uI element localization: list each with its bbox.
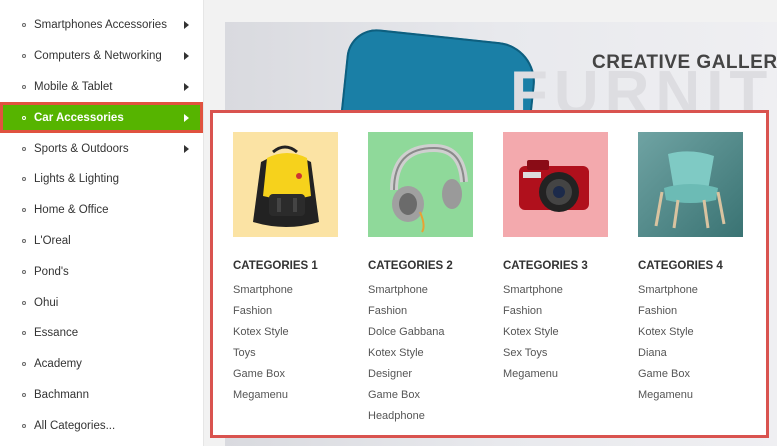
menu-link[interactable]: Kotex Style xyxy=(368,343,478,364)
menu-link[interactable]: Fashion xyxy=(638,301,748,322)
chevron-right-icon xyxy=(184,144,189,153)
menu-link[interactable]: Toys xyxy=(233,343,343,364)
sidebar-item-label: L'Oreal xyxy=(34,234,71,247)
sidebar-item-smartphones-accessories[interactable]: Smartphones Accessories xyxy=(0,10,203,41)
bullet-icon xyxy=(22,392,26,397)
backpack-image[interactable] xyxy=(233,132,338,237)
menu-link[interactable]: Smartphone xyxy=(233,280,343,301)
chevron-right-icon xyxy=(184,82,189,91)
sidebar-item-label: Smartphones Accessories xyxy=(34,19,167,32)
sidebar-item-car-accessories[interactable]: Car Accessories xyxy=(0,102,203,134)
menu-link[interactable]: Kotex Style xyxy=(233,322,343,343)
bullet-icon xyxy=(22,269,26,274)
mega-menu-column-4: CATEGORIES 4 Smartphone Fashion Kotex St… xyxy=(638,132,748,406)
sidebar-item-label: Pond's xyxy=(34,265,69,278)
menu-link[interactable]: Kotex Style xyxy=(638,322,748,343)
menu-link[interactable]: Designer xyxy=(368,364,478,385)
menu-link[interactable]: Smartphone xyxy=(368,280,478,301)
armchair-icon xyxy=(654,151,726,229)
mega-menu-dropdown: CATEGORIES 1 Smartphone Fashion Kotex St… xyxy=(210,110,769,438)
sidebar-item-mobile-tablet[interactable]: Mobile & Tablet xyxy=(0,72,203,103)
bullet-icon xyxy=(22,177,26,182)
sidebar-item-lights-lighting[interactable]: Lights & Lighting xyxy=(0,164,203,195)
mega-menu-column-1: CATEGORIES 1 Smartphone Fashion Kotex St… xyxy=(233,132,343,406)
sidebar-item-loreal[interactable]: L'Oreal xyxy=(0,226,203,257)
sidebar-item-label: Academy xyxy=(34,358,82,371)
chevron-right-icon xyxy=(184,52,189,61)
sidebar-item-home-office[interactable]: Home & Office xyxy=(0,195,203,226)
menu-link[interactable]: Kotex Style xyxy=(503,322,613,343)
bullet-icon xyxy=(22,423,26,428)
mega-menu-column-3: CATEGORIES 3 Smartphone Fashion Kotex St… xyxy=(503,132,613,385)
menu-link[interactable]: Fashion xyxy=(368,301,478,322)
sidebar-item-label: Mobile & Tablet xyxy=(34,80,113,93)
camera-icon xyxy=(519,160,589,212)
sidebar-item-essance[interactable]: Essance xyxy=(0,318,203,349)
headphones-image[interactable] xyxy=(368,132,473,237)
bullet-icon xyxy=(22,331,26,336)
banner-title: CREATIVE GALLERY xyxy=(592,52,777,73)
headphones-icon xyxy=(390,143,468,233)
menu-link[interactable]: Megamenu xyxy=(638,385,748,406)
sidebar-item-label: Essance xyxy=(34,327,79,340)
menu-link[interactable]: Smartphone xyxy=(503,280,613,301)
sidebar-item-academy[interactable]: Academy xyxy=(0,349,203,380)
sidebar-item-label: Lights & Lighting xyxy=(34,173,120,186)
menu-link[interactable]: Sex Toys xyxy=(503,343,613,364)
sidebar-item-computers-networking[interactable]: Computers & Networking xyxy=(0,41,203,72)
mega-menu-column-2: CATEGORIES 2 Smartphone Fashion Dolce Ga… xyxy=(368,132,478,427)
column-title: CATEGORIES 1 xyxy=(233,260,318,272)
sidebar-item-ponds[interactable]: Pond's xyxy=(0,256,203,287)
chevron-right-icon xyxy=(184,113,189,122)
camera-image[interactable] xyxy=(503,132,608,237)
sidebar-item-sports-outdoors[interactable]: Sports & Outdoors xyxy=(0,133,203,164)
bullet-icon xyxy=(22,208,26,213)
sidebar-item-ohui[interactable]: Ohui xyxy=(0,287,203,318)
category-sidebar: Smartphones Accessories Computers & Netw… xyxy=(0,0,204,446)
sidebar-item-label: All Categories... xyxy=(34,419,116,432)
backpack-icon xyxy=(253,145,319,227)
chevron-right-icon xyxy=(184,21,189,30)
sidebar-item-label: Home & Office xyxy=(34,204,109,217)
sidebar-item-label: Car Accessories xyxy=(34,111,124,124)
bullet-icon xyxy=(22,362,26,367)
bullet-icon xyxy=(22,115,26,120)
menu-link[interactable]: Headphone xyxy=(368,406,478,427)
column-title: CATEGORIES 3 xyxy=(503,260,588,272)
bullet-icon xyxy=(22,238,26,243)
column-title: CATEGORIES 2 xyxy=(368,260,453,272)
menu-link[interactable]: Smartphone xyxy=(638,280,748,301)
menu-link[interactable]: Game Box xyxy=(233,364,343,385)
menu-link[interactable]: Fashion xyxy=(503,301,613,322)
bullet-icon xyxy=(22,23,26,28)
bullet-icon xyxy=(22,146,26,151)
bullet-icon xyxy=(22,54,26,59)
sidebar-item-label: Computers & Networking xyxy=(34,50,162,63)
bullet-icon xyxy=(22,300,26,305)
armchair-image[interactable] xyxy=(638,132,743,237)
menu-link[interactable]: Fashion xyxy=(233,301,343,322)
menu-link[interactable]: Dolce Gabbana xyxy=(368,322,478,343)
sidebar-item-label: Bachmann xyxy=(34,388,89,401)
sidebar-item-all-categories[interactable]: All Categories... xyxy=(0,410,203,441)
menu-link[interactable]: Megamenu xyxy=(503,364,613,385)
bullet-icon xyxy=(22,84,26,89)
sidebar-item-bachmann[interactable]: Bachmann xyxy=(0,380,203,411)
sidebar-item-label: Sports & Outdoors xyxy=(34,142,129,155)
menu-link[interactable]: Megamenu xyxy=(233,385,343,406)
menu-link[interactable]: Game Box xyxy=(368,385,478,406)
column-title: CATEGORIES 4 xyxy=(638,260,723,272)
sidebar-item-label: Ohui xyxy=(34,296,59,309)
menu-link[interactable]: Game Box xyxy=(638,364,748,385)
menu-link[interactable]: Diana xyxy=(638,343,748,364)
